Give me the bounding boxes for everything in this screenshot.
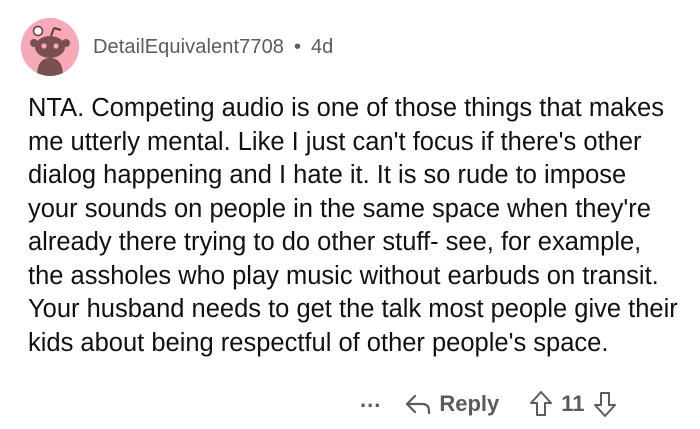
reddit-snoo-avatar-icon [21,18,79,76]
upvote-arrow-icon[interactable] [529,390,553,418]
reply-button[interactable]: Reply [405,391,499,417]
avatar[interactable] [21,18,79,76]
comment-header: DetailEquivalent7708 • 4d [21,18,333,76]
vote-controls: 11 [529,390,616,418]
reply-arrow-icon [405,393,431,415]
meta-separator: • [294,35,302,58]
comment-age: 4d [311,35,334,58]
more-options-button[interactable]: ... [360,389,381,419]
comment-author[interactable]: DetailEquivalent7708 [93,36,284,59]
comment-body: NTA. Competing audio is one of those thi… [28,94,678,357]
comment-actions: ... Reply 11 [360,386,617,422]
vote-score: 11 [561,391,585,416]
downvote-arrow-icon[interactable] [593,390,617,418]
reply-label: Reply [439,391,500,416]
